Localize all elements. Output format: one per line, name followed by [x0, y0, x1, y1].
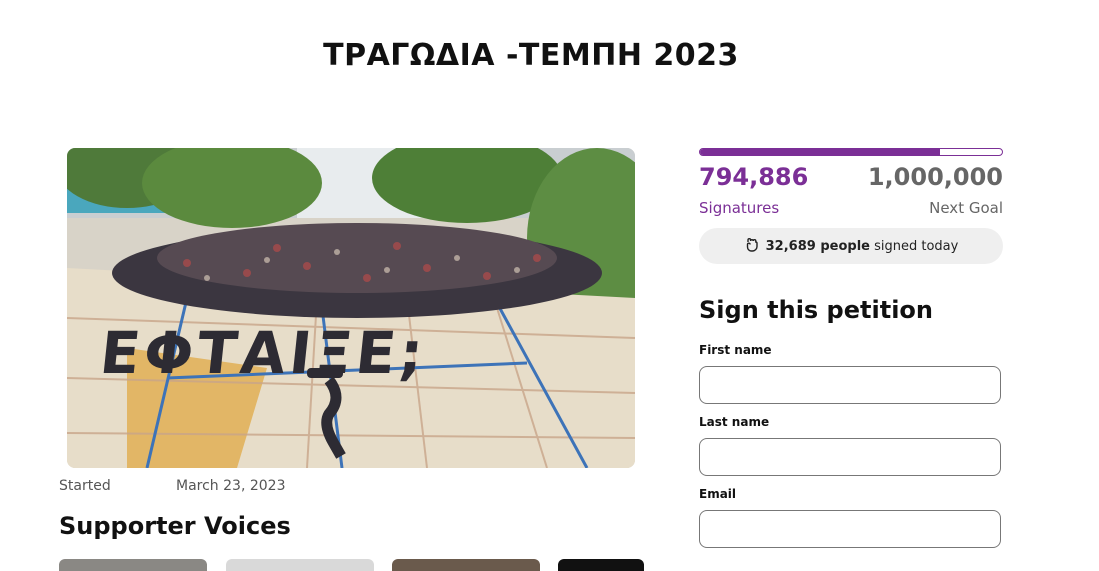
last-name-field[interactable]: [699, 438, 1001, 476]
signature-progress-bar: [699, 148, 1003, 156]
signature-count: 794,886: [699, 163, 809, 191]
supporter-voices-title: Supporter Voices: [59, 512, 291, 540]
email-label: Email: [699, 487, 737, 501]
goal-count: 1,000,000: [867, 163, 1003, 191]
first-name-label: First name: [699, 343, 772, 357]
first-name-field[interactable]: [699, 366, 1001, 404]
last-name-label: Last name: [699, 415, 770, 429]
goal-label: Next Goal: [929, 199, 1003, 217]
supporter-voice-thumb-4[interactable]: [558, 559, 644, 571]
petition-photo: ΕΦΤΑΙΞΕ;: [67, 148, 635, 468]
photo-caption: ΕΦΤΑΙΞΕ;: [97, 319, 430, 387]
signed-today-pill: 32,689 people signed today: [699, 228, 1003, 264]
email-field[interactable]: [699, 510, 1001, 548]
supporter-voice-thumb-3[interactable]: [392, 559, 540, 571]
started-date: March 23, 2023: [176, 478, 286, 494]
started-label: Started: [59, 478, 111, 494]
fist-icon: [744, 236, 760, 256]
page-title: ΤΡΑΓΩΔΙΑ -ΤΕΜΠΗ 2023: [323, 38, 739, 73]
today-suffix: signed today: [874, 238, 959, 254]
today-count: 32,689 people: [765, 238, 870, 254]
supporter-voice-thumb-1[interactable]: [59, 559, 207, 571]
sign-petition-title: Sign this petition: [699, 296, 933, 324]
supporter-voice-thumb-2[interactable]: [226, 559, 374, 571]
signatures-label: Signatures: [699, 199, 780, 217]
signature-progress-fill: [700, 149, 941, 155]
